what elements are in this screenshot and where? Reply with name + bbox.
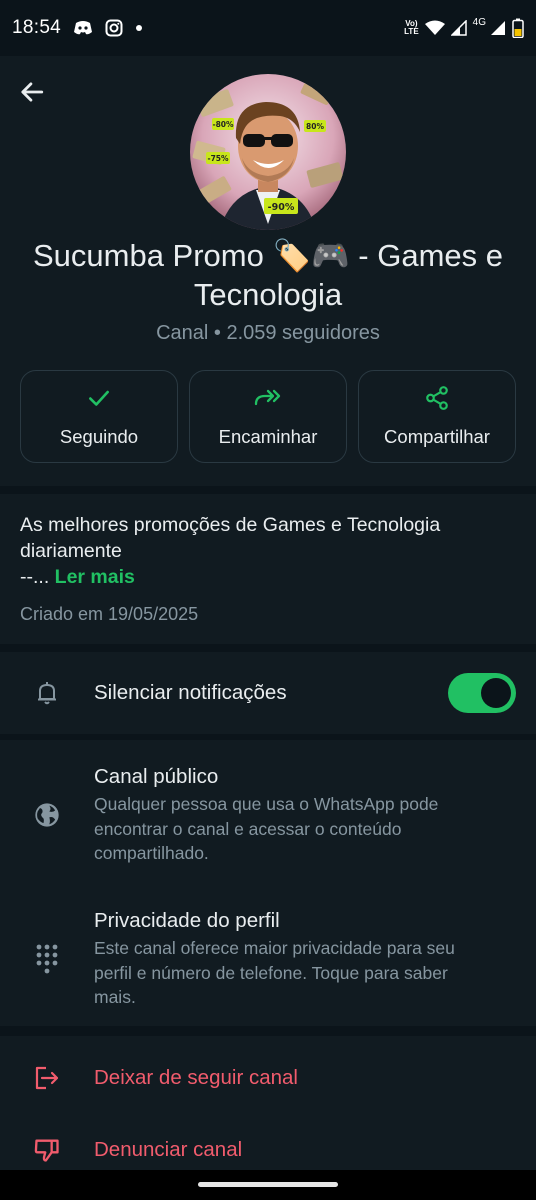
action-buttons: Seguindo Encaminhar Compartilhar [20,370,516,463]
channel-header: -80% 80% -75% -90% Sucumba Promo 🏷️🎮 - G… [0,56,536,486]
description-ellipsis: --... [20,566,50,588]
description-section: As melhores promoções de Games e Tecnolo… [0,494,536,644]
discord-icon [73,20,93,36]
exit-icon [0,1065,94,1091]
forward-button[interactable]: Encaminhar [189,370,347,463]
arrow-left-icon [19,79,45,110]
share-icon [424,385,450,416]
profile-privacy-row[interactable]: Privacidade do perfil Este canal oferece… [0,908,536,1010]
channel-meta: Canal • 2.059 seguidores [156,322,380,344]
instagram-icon [105,19,123,37]
avatar-badge: -75% [207,154,229,163]
avatar-badge: 80% [306,122,324,131]
mute-label: Silenciar notificações [94,681,287,704]
avatar-badge: -80% [212,120,234,129]
avatar-badge: -90% [268,202,295,213]
dialpad-icon [0,943,94,975]
public-channel-subtitle: Qualquer pessoa que usa o WhatsApp pode … [94,794,439,863]
following-button[interactable]: Seguindo [20,370,178,463]
network-type: 4G [472,16,486,28]
notification-dot-icon [135,24,143,32]
wifi-icon [424,20,445,36]
profile-privacy-subtitle: Este canal oferece maior privacidade par… [94,938,455,1007]
read-more-link[interactable]: Ler mais [55,566,135,588]
thumbs-down-icon [0,1136,94,1164]
forward-label: Encaminhar [218,426,318,447]
danger-section: Deixar de seguir canal Denunciar canal [0,1036,536,1170]
share-button[interactable]: Compartilhar [358,370,516,463]
status-bar: 18:54 Vo) LTE 4G [0,0,536,56]
system-nav-bar [0,1170,536,1200]
globe-icon [0,801,94,829]
signal-icon [490,20,506,36]
status-time: 18:54 [12,17,62,38]
back-button[interactable] [14,76,50,112]
mute-toggle[interactable] [448,673,516,713]
battery-icon [512,18,524,38]
channel-avatar[interactable]: -80% 80% -75% -90% [190,74,346,230]
home-gesture-handle[interactable] [198,1182,338,1187]
profile-privacy-title: Privacidade do perfil [94,909,280,932]
forward-icon [253,385,283,416]
check-icon [86,385,112,416]
description-text: As melhores promoções de Games e Tecnolo… [20,514,441,562]
following-label: Seguindo [59,426,139,447]
volte-indicator: Vo) LTE [404,19,419,36]
channel-name: Sucumba Promo 🏷️🎮 - Games e Tecnologia [32,238,503,312]
unfollow-label: Deixar de seguir canal [94,1066,298,1089]
public-channel-title: Canal público [94,765,219,788]
channel-description: As melhores promoções de Games e Tecnolo… [20,512,516,590]
toggle-knob [481,678,511,708]
share-label: Compartilhar [384,426,490,447]
public-channel-row[interactable]: Canal público Qualquer pessoa que usa o … [0,764,536,866]
signal-icon [450,20,467,36]
created-date: Criado em 19/05/2025 [20,604,199,624]
bell-icon [0,680,94,706]
privacy-section: Canal público Qualquer pessoa que usa o … [0,740,536,1026]
unfollow-channel-button[interactable]: Deixar de seguir canal [0,1048,536,1108]
mute-notifications-row[interactable]: Silenciar notificações [0,652,536,734]
report-label: Denunciar canal [94,1138,243,1161]
